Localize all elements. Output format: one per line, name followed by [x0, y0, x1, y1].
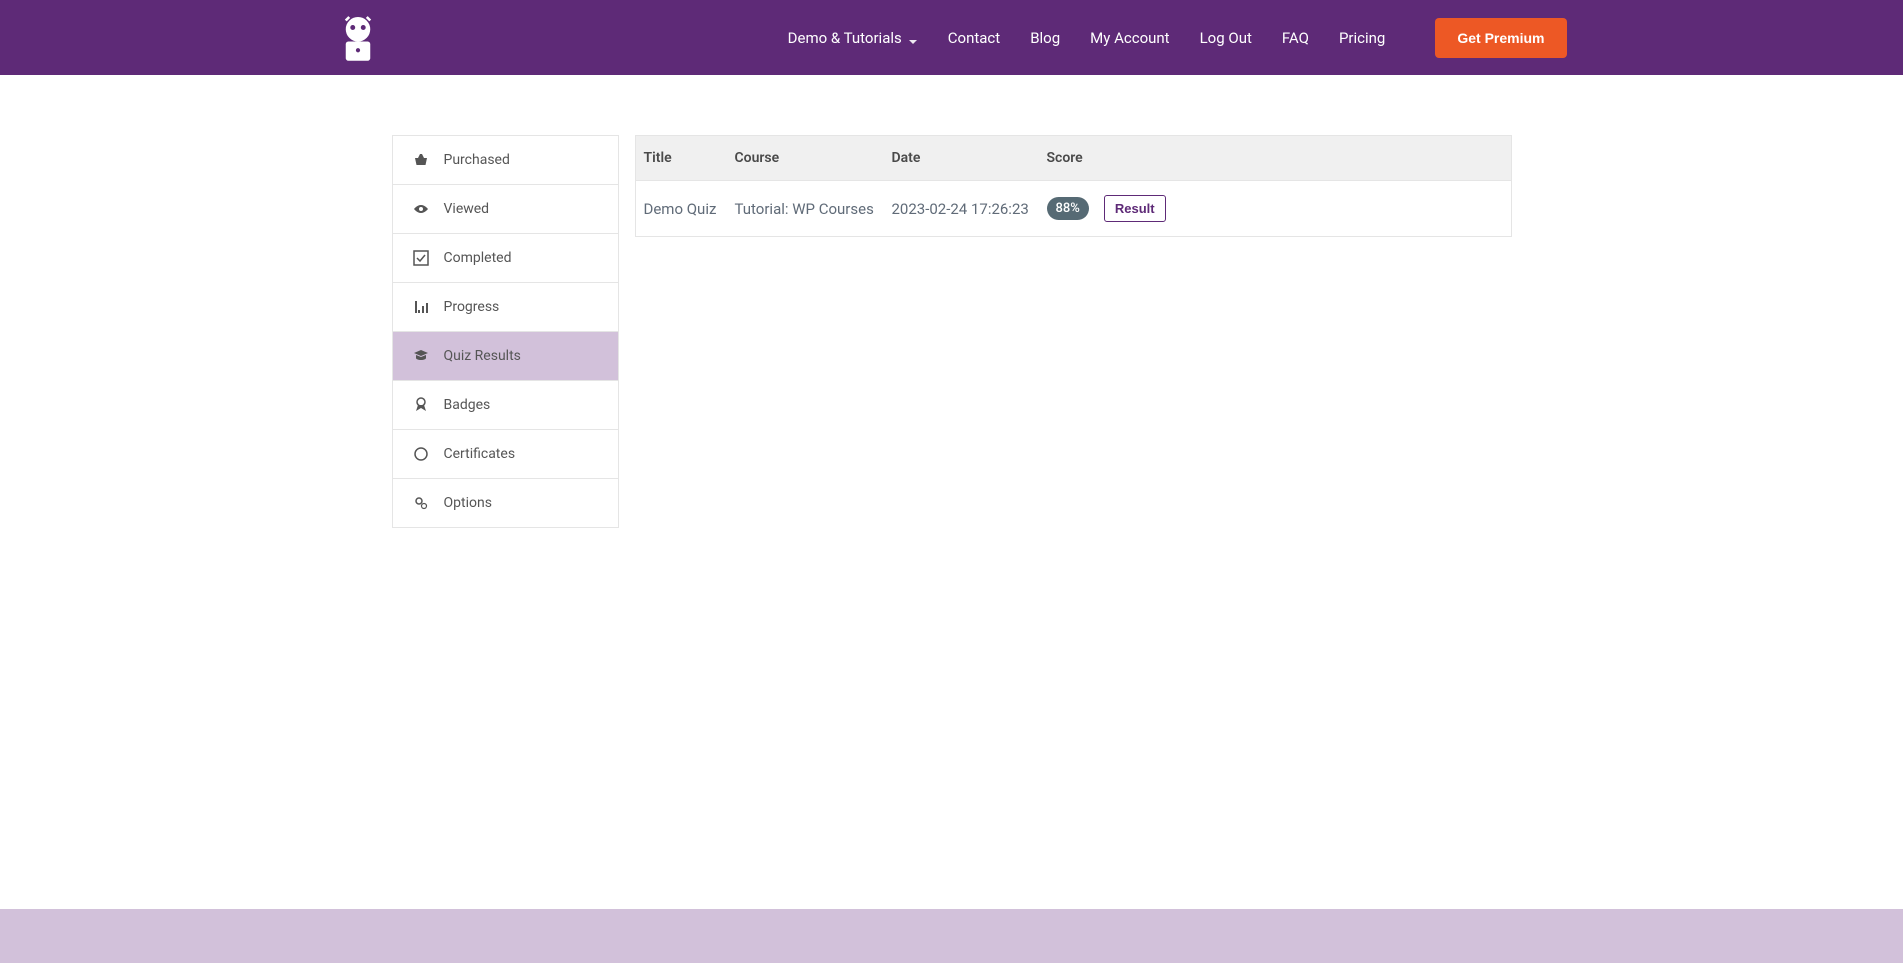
result-button[interactable]: Result: [1104, 195, 1166, 222]
nav-demo-tutorials[interactable]: Demo & Tutorials: [788, 29, 918, 47]
table-header-score: Score: [1047, 150, 1156, 166]
nav-pricing[interactable]: Pricing: [1339, 29, 1385, 47]
gears-icon: [413, 495, 429, 511]
cell-course: Tutorial: WP Courses: [735, 200, 892, 218]
nav-my-account[interactable]: My Account: [1090, 29, 1169, 47]
table-header-date: Date: [892, 150, 1047, 166]
nav-faq[interactable]: FAQ: [1282, 29, 1309, 47]
sidebar-item-badges[interactable]: Badges: [393, 381, 618, 430]
sidebar-item-label: Badges: [444, 397, 491, 413]
header-inner: Demo & Tutorials Contact Blog My Account…: [297, 15, 1607, 61]
content-wrap: Purchased Viewed Completed Progress Quiz…: [372, 135, 1532, 528]
nav-item-label: Log Out: [1200, 29, 1252, 47]
nav-contact[interactable]: Contact: [948, 29, 1000, 47]
score-badge: 88%: [1047, 197, 1089, 220]
sidebar-item-progress[interactable]: Progress: [393, 283, 618, 332]
sidebar-item-label: Viewed: [444, 201, 490, 217]
sidebar-item-label: Certificates: [444, 446, 516, 462]
footer: [0, 909, 1903, 963]
sidebar-item-completed[interactable]: Completed: [393, 234, 618, 283]
sidebar-item-viewed[interactable]: Viewed: [393, 185, 618, 234]
sidebar-item-certificates[interactable]: Certificates: [393, 430, 618, 479]
table-header-title: Title: [644, 150, 735, 166]
nav-item-label: FAQ: [1282, 29, 1309, 47]
main-content: Purchased Viewed Completed Progress Quiz…: [0, 75, 1903, 909]
sidebar-item-label: Completed: [444, 250, 512, 266]
nav-item-label: Demo & Tutorials: [788, 29, 902, 47]
cell-score: 88% Result: [1047, 195, 1156, 222]
nav-item-label: Contact: [948, 29, 1000, 47]
get-premium-button[interactable]: Get Premium: [1435, 18, 1566, 58]
sidebar-item-purchased[interactable]: Purchased: [393, 136, 618, 185]
nav-blog[interactable]: Blog: [1030, 29, 1060, 47]
chart-icon: [413, 299, 429, 315]
sidebar-item-quiz-results[interactable]: Quiz Results: [393, 332, 618, 381]
owl-logo-icon[interactable]: [337, 15, 379, 61]
sidebar-item-label: Options: [444, 495, 492, 511]
sidebar-item-label: Quiz Results: [444, 348, 521, 364]
nav-item-label: Blog: [1030, 29, 1060, 47]
sidebar-item-label: Purchased: [444, 152, 510, 168]
certificate-icon: [413, 446, 429, 462]
sidebar-item-options[interactable]: Options: [393, 479, 618, 527]
nav-log-out[interactable]: Log Out: [1200, 29, 1252, 47]
eye-icon: [413, 201, 429, 217]
main-nav: Demo & Tutorials Contact Blog My Account…: [788, 18, 1607, 58]
account-sidebar: Purchased Viewed Completed Progress Quiz…: [392, 135, 619, 528]
graduation-icon: [413, 348, 429, 364]
ribbon-icon: [413, 397, 429, 413]
basket-icon: [413, 152, 429, 168]
table-header-course: Course: [735, 150, 892, 166]
nav-item-label: My Account: [1090, 29, 1169, 47]
nav-item-label: Pricing: [1339, 29, 1385, 47]
check-square-icon: [413, 250, 429, 266]
main-header: Demo & Tutorials Contact Blog My Account…: [0, 0, 1903, 75]
table-row: Demo Quiz Tutorial: WP Courses 2023-02-2…: [636, 181, 1511, 236]
cell-title: Demo Quiz: [644, 200, 735, 218]
chevron-down-icon: [908, 33, 918, 43]
sidebar-item-label: Progress: [444, 299, 500, 315]
cell-date: 2023-02-24 17:26:23: [892, 200, 1047, 218]
results-table: Title Course Date Score Demo Quiz Tutori…: [635, 135, 1512, 237]
table-header-row: Title Course Date Score: [636, 136, 1511, 181]
